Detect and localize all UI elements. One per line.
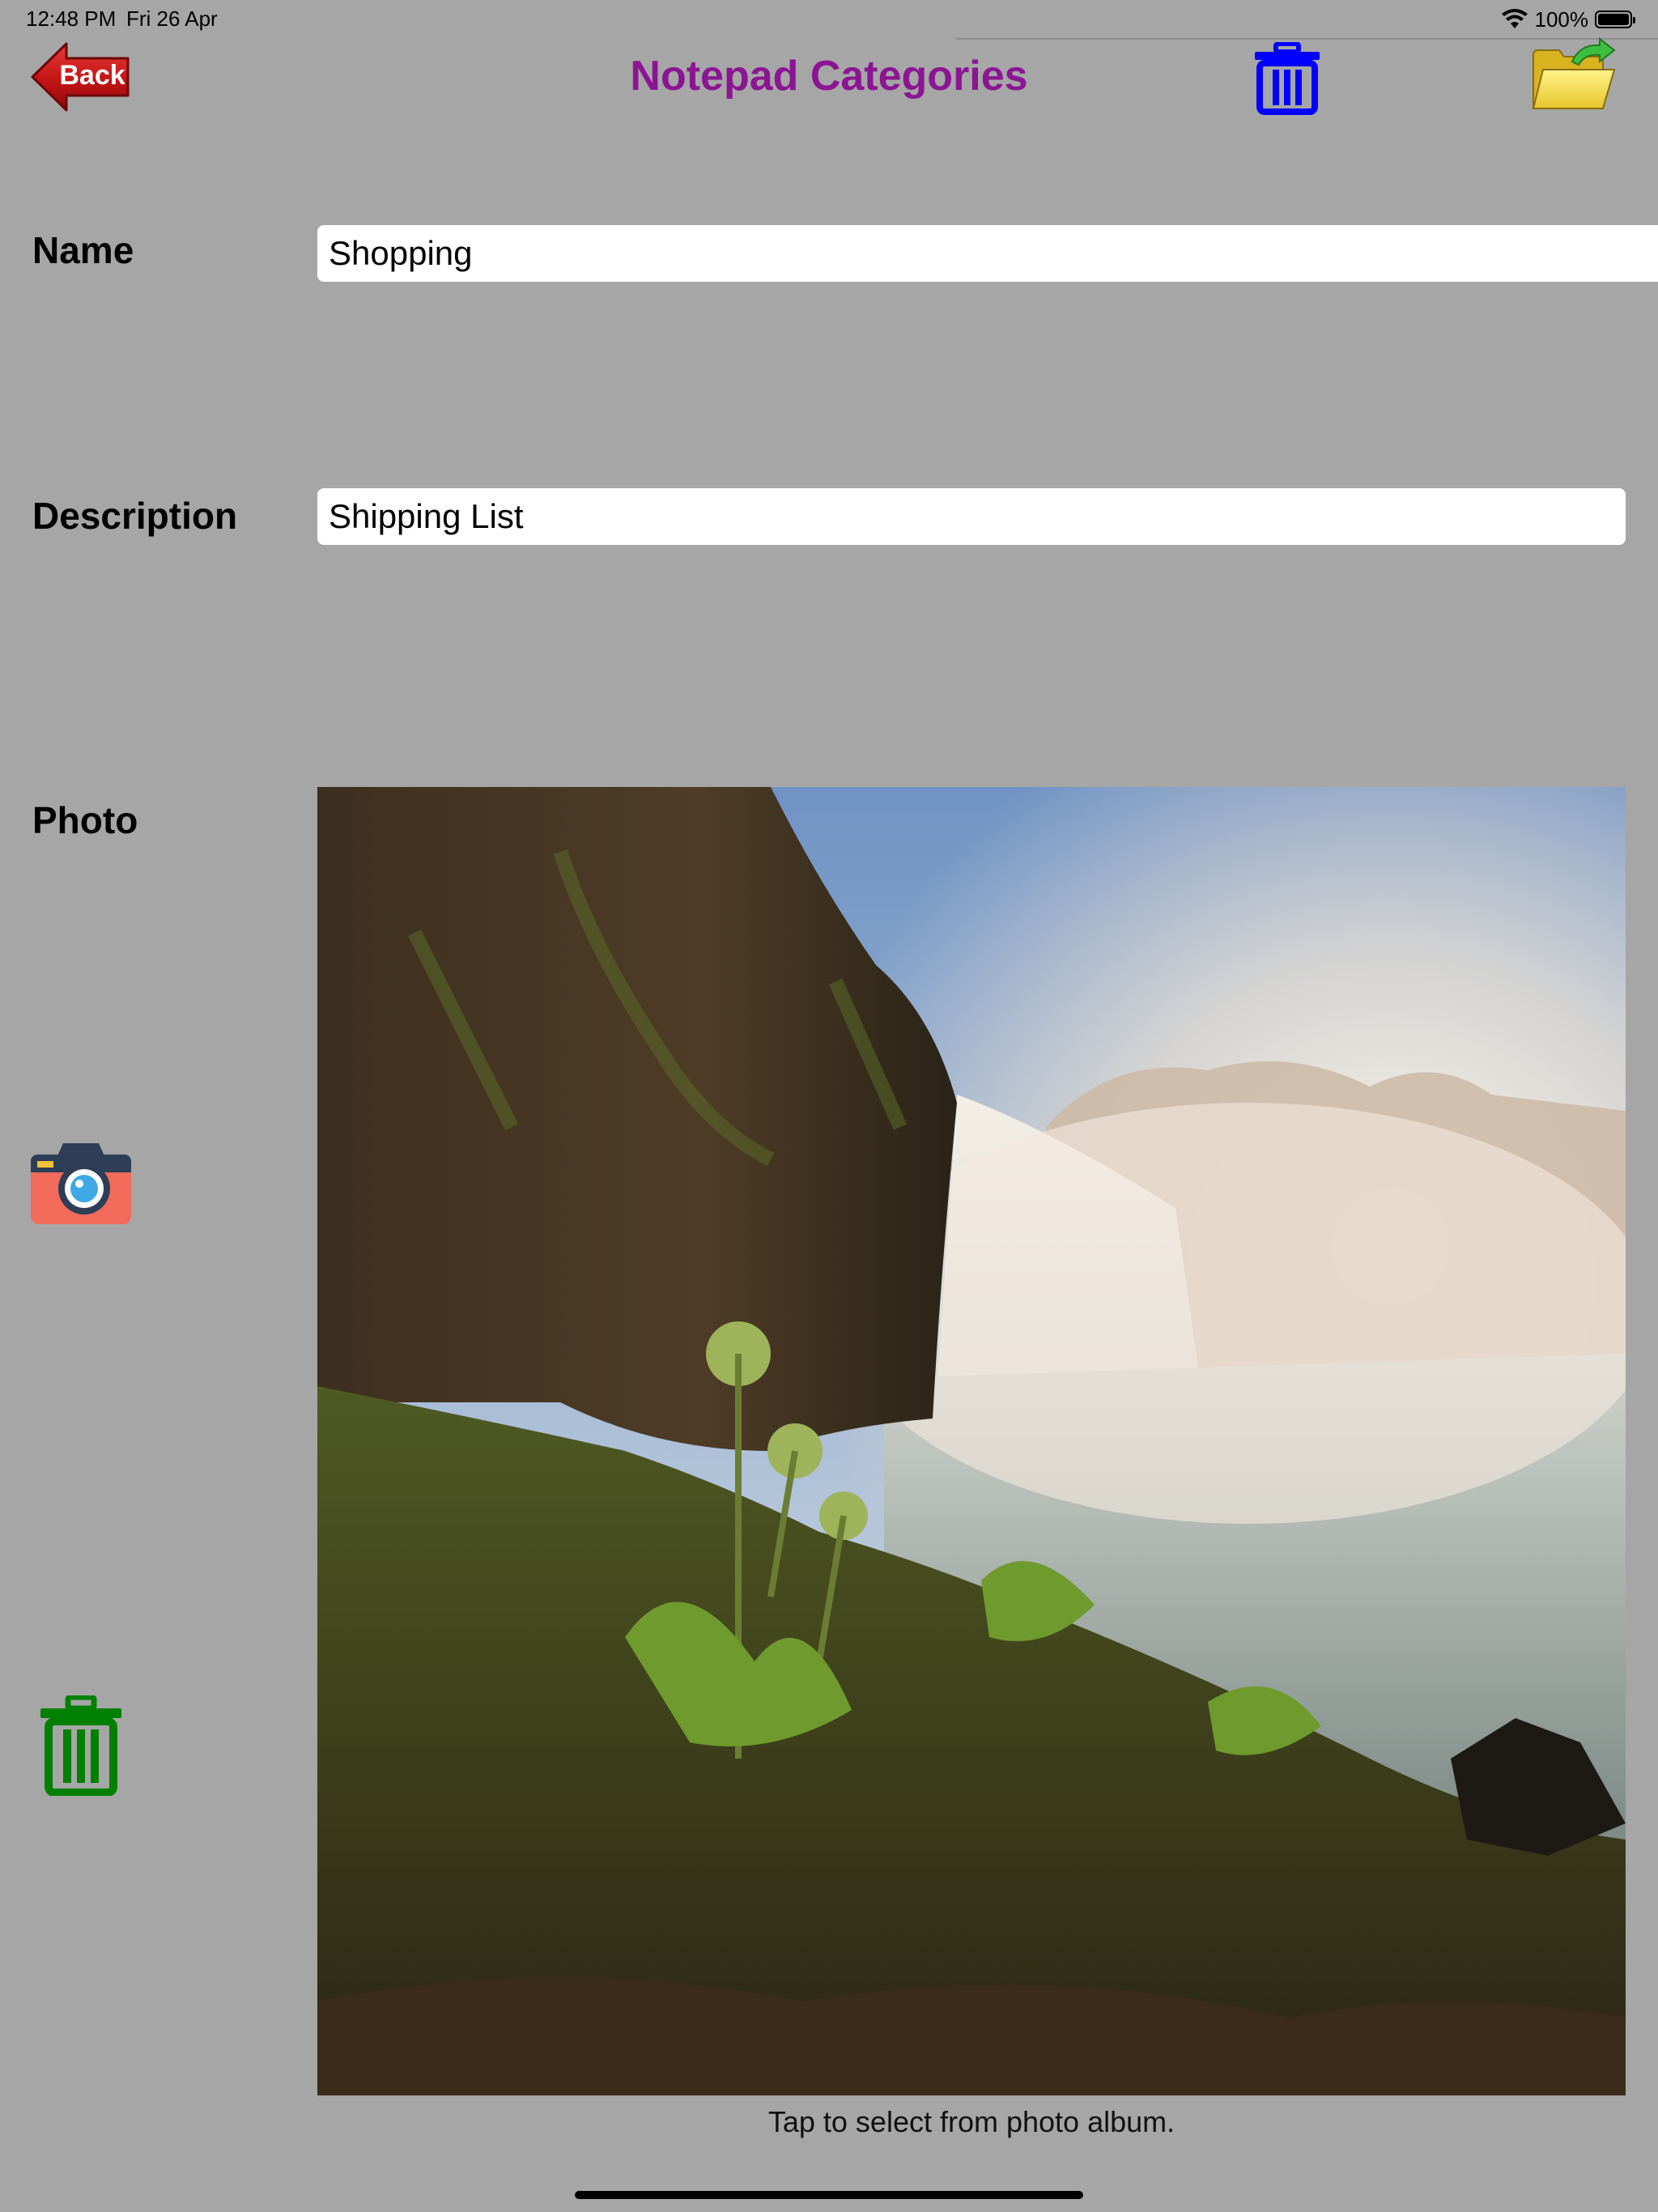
name-label: Name [32,229,134,271]
save-folder-button[interactable] [1530,36,1618,113]
take-photo-button[interactable] [31,1140,131,1224]
delete-category-button[interactable] [1252,41,1323,115]
wifi-icon [1501,9,1528,28]
description-input[interactable] [317,488,1626,545]
trash-icon [40,1694,121,1797]
category-photo[interactable] [317,787,1626,2095]
camera-icon [31,1143,131,1224]
page-title: Notepad Categories [630,53,1028,100]
battery-percent: 100% [1534,6,1589,32]
delete-photo-button[interactable] [39,1694,123,1797]
status-indicators: 100% [1501,5,1635,34]
photo-label: Photo [32,799,138,841]
status-date: Fri 26 Apr [126,6,218,31]
home-indicator [575,2191,1083,2199]
description-label: Description [32,495,238,537]
name-input[interactable] [317,225,1658,282]
battery-icon [1595,11,1635,28]
status-time: 12:48 PM [26,6,117,31]
folder-icon [1532,36,1616,109]
photo-hint: Tap to select from photo album. [767,2105,1175,2138]
trash-icon [1255,41,1320,115]
